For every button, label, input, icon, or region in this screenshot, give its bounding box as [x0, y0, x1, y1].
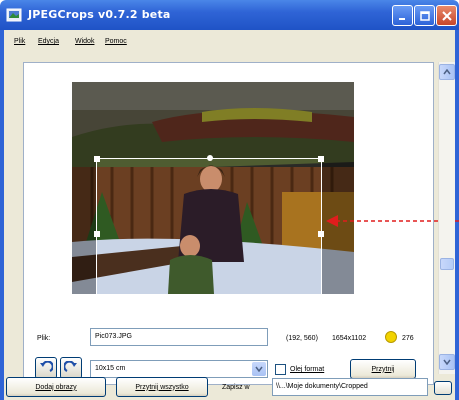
crop-handle-bottom-left[interactable]	[94, 305, 100, 311]
crop-handle-top-right[interactable]	[318, 156, 324, 162]
crop-button-label: Przytnij	[371, 365, 395, 373]
file-label: Plik:	[37, 335, 51, 342]
crop-handle-bottom[interactable]	[207, 305, 213, 311]
scroll-up-button[interactable]	[439, 64, 455, 80]
close-icon	[441, 10, 452, 21]
counter-text: 276	[402, 335, 414, 342]
scroll-down-icon	[443, 359, 451, 365]
rotate-right-icon	[64, 361, 77, 372]
menu-help[interactable]: Pomoc	[105, 38, 127, 45]
scroll-down-button[interactable]	[439, 354, 455, 370]
crop-handle-bottom-right[interactable]	[318, 305, 324, 311]
minimize-icon	[398, 17, 405, 20]
crop-all-label: Przytnij wszystko	[135, 383, 189, 391]
ignore-format-checkbox[interactable]	[275, 364, 286, 375]
save-in-label: Zapisz w	[222, 384, 250, 391]
minimize-button[interactable]	[392, 5, 413, 26]
add-images-label: Dodaj obrazy	[35, 383, 77, 391]
status-indicator	[385, 331, 397, 343]
crop-handle-left[interactable]	[94, 231, 100, 237]
title-bar: JPEGCrops v0.7.2 beta	[0, 0, 459, 30]
crop-mask-top	[72, 82, 354, 158]
crop-handle-top-left[interactable]	[94, 156, 100, 162]
format-select[interactable]: 10x15 cm	[90, 360, 268, 378]
crop-all-button[interactable]: Przytnij wszystko	[116, 377, 208, 397]
save-path-field[interactable]: \\...\Moje dokumenty\Cropped	[272, 378, 428, 396]
rotate-left-button[interactable]	[35, 357, 57, 379]
app-icon	[6, 8, 22, 22]
add-images-button[interactable]: Dodaj obrazy	[6, 377, 106, 397]
window-title: JPEGCrops v0.7.2 beta	[28, 8, 171, 21]
crop-mask-left	[72, 158, 96, 294]
crop-button[interactable]: Przytnij	[350, 359, 416, 379]
crop-handle-top[interactable]	[207, 155, 213, 161]
close-button[interactable]	[436, 5, 457, 26]
maximize-icon	[419, 10, 430, 21]
crop-handle-right[interactable]	[318, 231, 324, 237]
coords-text: (192, 560)	[286, 335, 318, 342]
rotate-right-button[interactable]	[60, 357, 82, 379]
dimensions-text: 1654x1102	[332, 335, 367, 342]
maximize-button[interactable]	[414, 5, 435, 26]
crop-rectangle[interactable]	[94, 155, 324, 311]
scroll-up-icon	[443, 69, 451, 75]
browse-folder-button[interactable]	[434, 381, 452, 395]
ignore-format-label: Olej format	[290, 366, 325, 373]
dropdown-button[interactable]	[252, 362, 266, 376]
rotate-left-icon	[40, 361, 53, 372]
menu-file[interactable]: Plik	[14, 38, 25, 45]
menu-bar: Plik Edycja Widok Pomoc	[0, 30, 459, 56]
scroll-thumb[interactable]	[440, 258, 454, 270]
menu-view[interactable]: Widok	[75, 38, 94, 45]
chevron-down-icon	[255, 366, 263, 372]
filename-field[interactable]: Pic073.JPG	[90, 328, 268, 346]
format-select-value: 10x15 cm	[95, 365, 126, 372]
vertical-scrollbar[interactable]	[438, 62, 455, 374]
menu-edit[interactable]: Edycja	[38, 38, 59, 45]
